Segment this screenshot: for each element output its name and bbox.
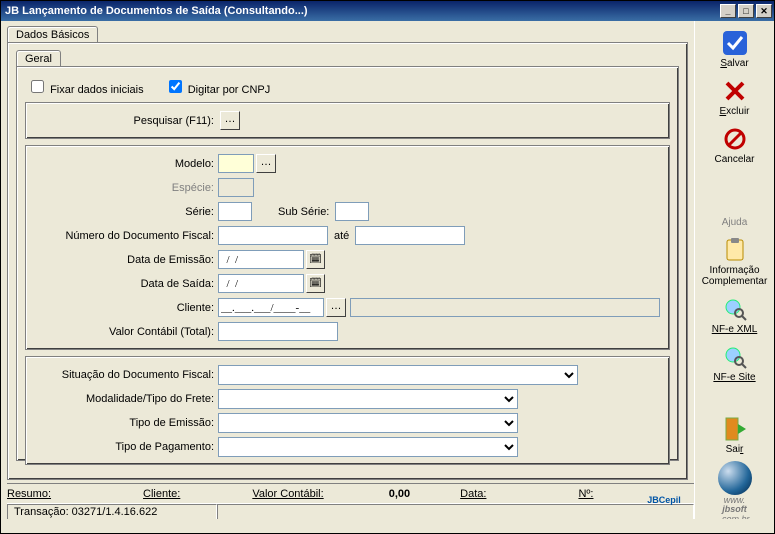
- serie-label: Série:: [32, 206, 218, 218]
- modalidade-select[interactable]: [218, 389, 518, 409]
- cancel-icon: [721, 125, 749, 153]
- ajuda-label: Ajuda: [722, 217, 748, 228]
- info-complementar-button[interactable]: Informação Complementar: [700, 234, 770, 289]
- close-button[interactable]: ✕: [756, 4, 772, 18]
- check-icon: [721, 29, 749, 57]
- numdoc-from-input[interactable]: [218, 226, 328, 245]
- titlebar: JB Lançamento de Documentos de Saída (Co…: [1, 1, 774, 21]
- fixar-dados-label: Fixar dados iniciais: [50, 84, 144, 96]
- tab-geral[interactable]: Geral: [16, 50, 61, 67]
- status-empty: [217, 504, 694, 520]
- pesquisar-label: Pesquisar (F11):: [32, 115, 218, 127]
- cancelar-button[interactable]: Cancelar: [700, 123, 770, 167]
- serie-input[interactable]: [218, 202, 252, 221]
- cliente-label: Cliente:: [32, 302, 218, 314]
- modelo-lookup-button[interactable]: …: [256, 154, 276, 173]
- summary-numero-label: Nº:: [578, 488, 593, 500]
- excluir-button[interactable]: Excluir: [700, 75, 770, 119]
- situacao-select[interactable]: [218, 365, 578, 385]
- globe-search-icon: [721, 295, 749, 323]
- saida-label: Data de Saída:: [32, 278, 218, 290]
- ate-label: até: [334, 230, 349, 242]
- cliente-lookup-button[interactable]: …: [326, 298, 346, 317]
- summary-valor-label: Valor Contábil:: [252, 488, 323, 500]
- nfe-site-button[interactable]: NF-e Site: [700, 341, 770, 385]
- tipo-pagamento-select[interactable]: [218, 437, 518, 457]
- brand-logo: www. jbsoft .com.br: [718, 461, 752, 524]
- info-label: Informação Complementar: [702, 265, 768, 287]
- fixar-dados-checkbox[interactable]: Fixar dados iniciais: [27, 84, 147, 96]
- modalidade-label: Modalidade/Tipo do Frete:: [32, 393, 218, 405]
- statusbar: Transação: 03271/1.4.16.622: [7, 503, 694, 519]
- digitar-cnpj-input[interactable]: [169, 80, 182, 93]
- salvar-button[interactable]: Salvar: [700, 27, 770, 71]
- window-title: JB Lançamento de Documentos de Saída (Co…: [5, 5, 718, 17]
- summary-cliente-label: Cliente:: [143, 488, 180, 500]
- side-toolbar: Salvar Excluir Cancelar Ajuda Informação…: [694, 21, 774, 519]
- salvar-label: alvar: [727, 58, 749, 69]
- saida-calendar-button[interactable]: 🗓: [306, 274, 325, 293]
- numdoc-to-input[interactable]: [355, 226, 465, 245]
- cancelar-label: Cancelar: [714, 154, 754, 165]
- valor-input[interactable]: [218, 322, 338, 341]
- excluir-label: xcluir: [726, 106, 749, 117]
- valor-label: Valor Contábil (Total):: [32, 326, 218, 338]
- calendar-icon: 🗓: [309, 254, 322, 265]
- maximize-button[interactable]: □: [738, 4, 754, 18]
- numdoc-label: Número do Documento Fiscal:: [32, 230, 218, 242]
- summary-bar: Resumo: Cliente: Valor Contábil: 0,00 Da…: [7, 483, 694, 501]
- tipo-emissao-label: Tipo de Emissão:: [32, 417, 218, 429]
- cliente-input[interactable]: [218, 298, 324, 317]
- emissao-input[interactable]: [218, 250, 304, 269]
- nfe-xml-button[interactable]: NF-e XML: [700, 293, 770, 337]
- subserie-input[interactable]: [335, 202, 369, 221]
- nfe-xml-label: NF-e XML: [712, 324, 758, 335]
- delete-x-icon: [721, 77, 749, 105]
- subserie-label: Sub Série:: [278, 206, 329, 218]
- modelo-label: Modelo:: [32, 158, 218, 170]
- tipo-pagamento-label: Tipo de Pagamento:: [32, 441, 218, 453]
- group-classificacao: Situação do Documento Fiscal: Modalidade…: [25, 356, 670, 465]
- minimize-button[interactable]: _: [720, 4, 736, 18]
- globe-icon: [718, 461, 752, 495]
- outer-tabs: Dados Básicos Geral Fixar dados iniciais…: [7, 25, 688, 480]
- group-pesquisar: Pesquisar (F11): …: [25, 102, 670, 139]
- group-documento: Modelo: … Espécie: Série: Sub Série:: [25, 145, 670, 350]
- modelo-input[interactable]: [218, 154, 254, 173]
- saida-input[interactable]: [218, 274, 304, 293]
- summary-valor-value: 0,00: [389, 488, 410, 500]
- emissao-label: Data de Emissão:: [32, 254, 218, 266]
- digitar-cnpj-label: Digitar por CNPJ: [188, 84, 271, 96]
- exit-door-icon: [721, 415, 749, 443]
- pesquisar-button[interactable]: …: [220, 111, 240, 130]
- resumo-label: Resumo:: [7, 488, 51, 500]
- jbcepil-badge: JBCepil: [638, 495, 690, 513]
- calendar-icon: 🗓: [309, 278, 322, 289]
- situacao-label: Situação do Documento Fiscal:: [32, 369, 218, 381]
- sair-button[interactable]: Sair: [700, 413, 770, 457]
- emissao-calendar-button[interactable]: 🗓: [306, 250, 325, 269]
- cliente-nome-display: [350, 298, 660, 317]
- summary-data-label: Data:: [460, 488, 486, 500]
- clipboard-icon: [721, 236, 749, 264]
- especie-label: Espécie:: [32, 182, 218, 194]
- fixar-dados-input[interactable]: [31, 80, 44, 93]
- globe-search-icon: [721, 343, 749, 371]
- nfe-site-label: NF-e Site: [713, 372, 755, 383]
- status-transacao: Transação: 03271/1.4.16.622: [7, 504, 217, 520]
- ajuda-button: Ajuda: [700, 215, 770, 230]
- especie-input: [218, 178, 254, 197]
- digitar-cnpj-checkbox[interactable]: Digitar por CNPJ: [165, 84, 271, 96]
- tipo-emissao-select[interactable]: [218, 413, 518, 433]
- tab-dados-basicos[interactable]: Dados Básicos: [7, 26, 98, 43]
- sair-label: Sair: [726, 444, 744, 455]
